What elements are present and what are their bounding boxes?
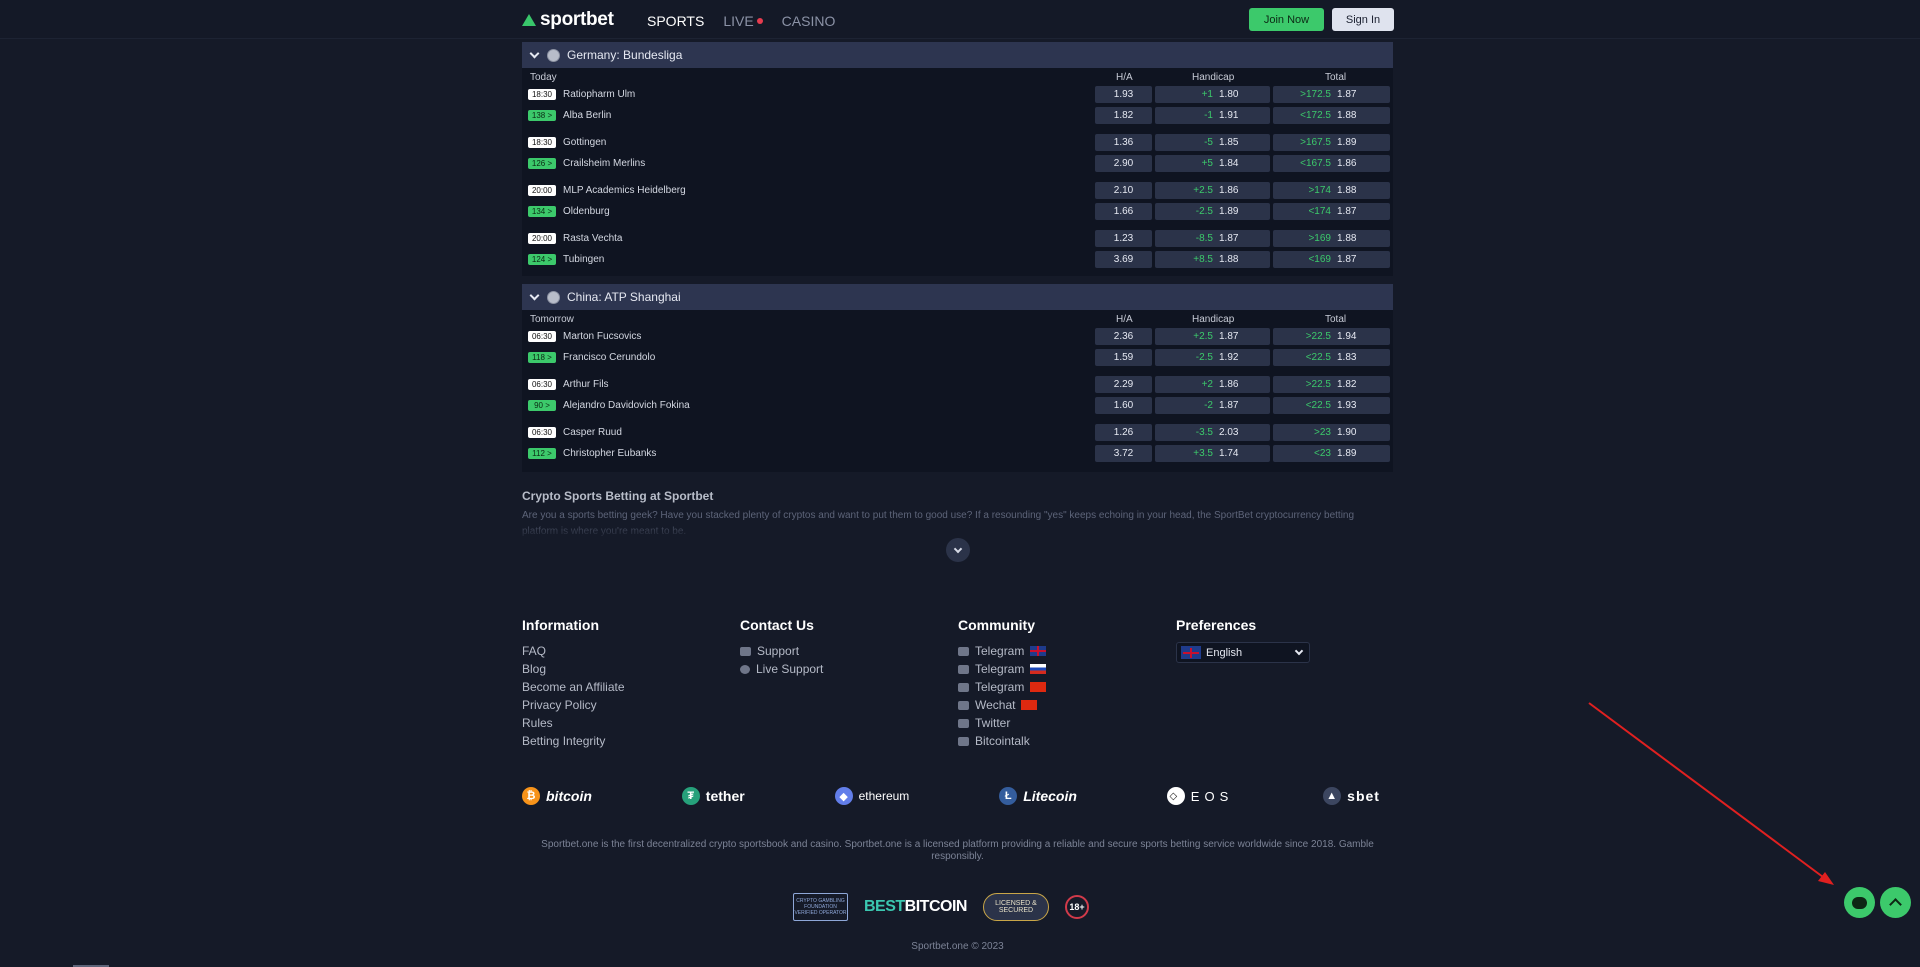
scroll-to-top-button[interactable] <box>1880 887 1911 918</box>
chat-bubble-icon <box>1852 896 1867 909</box>
chevron-up-icon <box>1889 898 1902 911</box>
annotation-arrow <box>1588 702 1834 885</box>
live-chat-button[interactable] <box>1844 887 1875 918</box>
